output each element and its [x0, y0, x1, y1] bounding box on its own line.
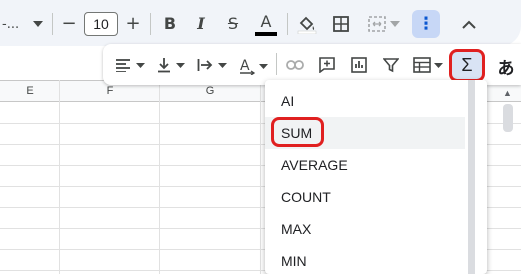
text-color-button[interactable]: A	[254, 12, 278, 38]
add-comment-icon	[319, 57, 335, 73]
borders-button[interactable]	[330, 13, 352, 35]
insert-comment-button[interactable]	[316, 54, 338, 76]
text-wrap-icon	[197, 59, 213, 71]
chevron-down-icon	[176, 62, 185, 68]
strikethrough-button[interactable]: S	[222, 12, 244, 36]
menu-scrollbar[interactable]	[468, 80, 475, 274]
borders-icon	[333, 16, 349, 32]
menu-item-max[interactable]: MAX	[265, 213, 465, 245]
bold-icon: B	[163, 14, 177, 33]
vertical-align-button[interactable]	[154, 54, 188, 76]
more-vert-icon: ⋮	[412, 10, 440, 38]
italic-button[interactable]: I	[191, 12, 211, 36]
text-wrapping-button[interactable]	[194, 54, 230, 76]
merge-cells-icon	[368, 16, 386, 32]
grid-line	[260, 80, 261, 274]
horizontal-align-button[interactable]	[112, 54, 148, 76]
chart-icon	[351, 57, 367, 73]
fill-color-button[interactable]	[296, 12, 318, 36]
chevron-down-icon	[218, 62, 227, 68]
text-rotation-icon: A	[240, 58, 256, 75]
scroll-up-arrow-icon[interactable]: ▲	[503, 88, 512, 98]
font-family-dropdown[interactable]: -...	[2, 14, 44, 34]
filter-button[interactable]	[380, 54, 402, 76]
insert-chart-button[interactable]	[348, 54, 370, 76]
bold-button[interactable]: B	[160, 12, 180, 36]
align-bottom-icon	[158, 58, 170, 73]
increase-font-size-button[interactable]: +	[124, 12, 142, 36]
menu-item-min[interactable]: MIN	[265, 245, 465, 274]
insert-link-button[interactable]	[284, 54, 306, 76]
table-view-icon	[413, 57, 431, 73]
plus-icon: +	[125, 13, 141, 34]
sigma-icon: Σ	[461, 55, 473, 75]
chevron-down-icon	[33, 21, 44, 27]
chevron-down-icon	[259, 63, 268, 69]
decrease-font-size-button[interactable]: −	[60, 12, 78, 36]
toolbar-divider	[52, 13, 53, 35]
input-tools-icon: あ	[497, 58, 515, 79]
input-tools-button[interactable]: あ	[494, 54, 518, 79]
filter-views-button[interactable]	[410, 54, 446, 76]
more-vert-glyph: ⋮	[417, 13, 435, 34]
collapse-toolbar-button[interactable]	[458, 12, 480, 36]
font-size-input[interactable]: 10	[84, 12, 118, 36]
strikethrough-icon: S	[227, 14, 239, 33]
svg-text:A: A	[240, 58, 250, 74]
text-color-icon: A	[260, 12, 272, 31]
merge-cells-button[interactable]	[364, 13, 404, 35]
toolbar-divider	[287, 13, 288, 35]
toolbar-divider	[276, 53, 277, 75]
menu-item-average[interactable]: AVERAGE	[265, 149, 465, 181]
vertical-scrollbar[interactable]	[503, 104, 513, 132]
chevron-down-icon	[136, 62, 145, 68]
grid-line	[59, 80, 60, 274]
sum-highlight-outline	[271, 117, 324, 147]
toolbar-divider	[150, 13, 151, 35]
align-left-icon	[116, 59, 130, 72]
filter-icon	[383, 58, 399, 73]
menu-item-count[interactable]: COUNT	[265, 181, 465, 213]
italic-icon: I	[197, 14, 205, 33]
column-header-e[interactable]: E	[0, 80, 60, 102]
minus-icon: −	[61, 13, 77, 34]
chevron-down-icon	[390, 21, 400, 27]
paint-bucket-icon	[297, 16, 317, 34]
chevron-up-icon	[462, 20, 476, 29]
grid-line	[159, 80, 160, 274]
text-rotation-button[interactable]: A	[235, 54, 271, 78]
font-family-label: -...	[2, 16, 20, 32]
menu-item-ai[interactable]: AI	[265, 85, 465, 117]
link-icon	[286, 60, 304, 70]
functions-button[interactable]: Σ	[449, 49, 485, 82]
chevron-down-icon	[434, 62, 443, 68]
text-color-swatch	[255, 32, 277, 36]
